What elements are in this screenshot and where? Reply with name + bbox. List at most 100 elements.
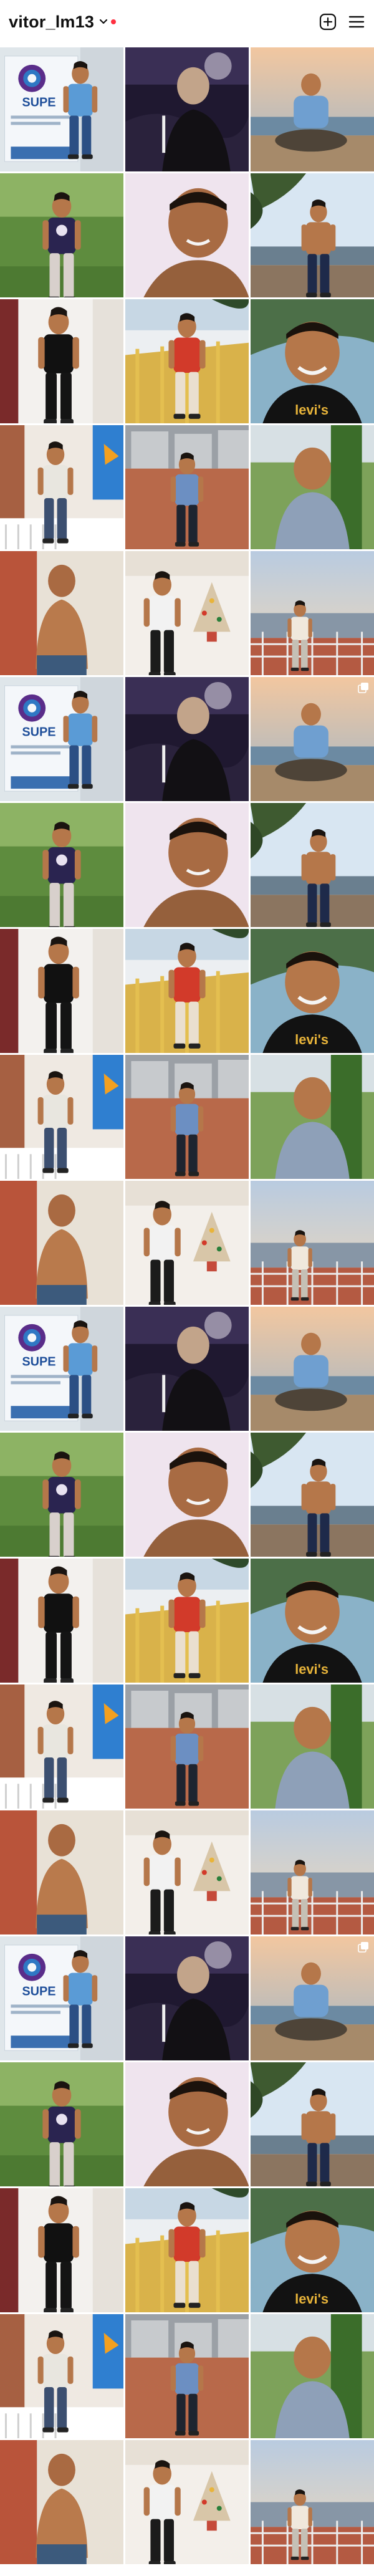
post-thumbnail[interactable]: [0, 551, 123, 675]
post-thumbnail[interactable]: [0, 2440, 123, 2564]
profile-username[interactable]: vitor_lm13: [9, 12, 94, 32]
add-post-icon[interactable]: [319, 13, 337, 31]
svg-text:levi's: levi's: [295, 2291, 328, 2307]
post-image: [0, 929, 123, 1053]
post-image: [251, 2440, 374, 2564]
post-image: levi's: [251, 2188, 374, 2312]
post-image: [0, 1181, 123, 1305]
post-image: [251, 1810, 374, 1934]
post-thumbnail[interactable]: [0, 929, 123, 1053]
svg-text:levi's: levi's: [295, 1032, 328, 1047]
post-thumbnail[interactable]: [125, 425, 249, 549]
post-thumbnail[interactable]: [0, 1181, 123, 1305]
svg-text:SUPE: SUPE: [22, 1355, 55, 1369]
post-thumbnail[interactable]: [125, 1684, 249, 1809]
post-thumbnail[interactable]: [125, 551, 249, 675]
post-thumbnail[interactable]: [125, 2440, 249, 2564]
post-image: [251, 803, 374, 927]
post-thumbnail[interactable]: [125, 1810, 249, 1934]
post-image: SUPE: [0, 1307, 123, 1431]
post-thumbnail[interactable]: [0, 2188, 123, 2312]
post-thumbnail[interactable]: SUPE: [0, 47, 123, 171]
post-thumbnail[interactable]: [125, 1559, 249, 1683]
post-thumbnail[interactable]: [0, 2314, 123, 2438]
post-thumbnail[interactable]: [0, 1684, 123, 1809]
post-thumbnail[interactable]: SUPE: [0, 677, 123, 801]
post-image: [125, 47, 249, 171]
post-thumbnail[interactable]: [125, 677, 249, 801]
post-image: [125, 803, 249, 927]
post-thumbnail[interactable]: levi's: [251, 1559, 374, 1683]
post-thumbnail[interactable]: [0, 1559, 123, 1683]
post-image: [0, 425, 123, 549]
post-thumbnail[interactable]: [125, 2314, 249, 2438]
post-thumbnail[interactable]: [125, 1433, 249, 1557]
post-image: [125, 299, 249, 423]
post-thumbnail[interactable]: [251, 1181, 374, 1305]
post-thumbnail[interactable]: [0, 1810, 123, 1934]
post-thumbnail[interactable]: SUPE: [0, 1307, 123, 1431]
post-thumbnail[interactable]: [251, 2314, 374, 2438]
post-thumbnail[interactable]: [251, 803, 374, 927]
post-thumbnail[interactable]: [0, 803, 123, 927]
post-thumbnail[interactable]: [251, 1055, 374, 1179]
post-thumbnail[interactable]: [251, 677, 374, 801]
post-image: [125, 2062, 249, 2186]
post-image: [125, 1307, 249, 1431]
post-thumbnail[interactable]: [0, 299, 123, 423]
post-image: [0, 551, 123, 675]
post-thumbnail[interactable]: SUPE: [0, 1936, 123, 2060]
post-image: [0, 2440, 123, 2564]
post-thumbnail[interactable]: [251, 173, 374, 297]
post-image: [0, 299, 123, 423]
post-image: [125, 2188, 249, 2312]
post-thumbnail[interactable]: [251, 2440, 374, 2564]
post-image: [0, 1684, 123, 1809]
post-image: [251, 1684, 374, 1809]
post-image: [0, 1810, 123, 1934]
post-thumbnail[interactable]: [0, 2062, 123, 2186]
post-thumbnail[interactable]: [251, 1307, 374, 1431]
post-image: [125, 425, 249, 549]
post-thumbnail[interactable]: [125, 929, 249, 1053]
post-thumbnail[interactable]: [125, 47, 249, 171]
post-image: levi's: [251, 1559, 374, 1683]
svg-text:SUPE: SUPE: [22, 726, 55, 739]
post-thumbnail[interactable]: levi's: [251, 2188, 374, 2312]
post-thumbnail[interactable]: [125, 2188, 249, 2312]
post-thumbnail[interactable]: [251, 1433, 374, 1557]
post-image: [125, 1181, 249, 1305]
post-thumbnail[interactable]: [125, 1307, 249, 1431]
post-image: [251, 425, 374, 549]
post-image: [251, 2314, 374, 2438]
post-thumbnail[interactable]: [125, 2062, 249, 2186]
post-thumbnail[interactable]: [0, 425, 123, 549]
post-thumbnail[interactable]: levi's: [251, 929, 374, 1053]
post-thumbnail[interactable]: [251, 1810, 374, 1934]
post-thumbnail[interactable]: [251, 1936, 374, 2060]
post-thumbnail[interactable]: [125, 1936, 249, 2060]
post-thumbnail[interactable]: [125, 299, 249, 423]
post-thumbnail[interactable]: [251, 425, 374, 549]
post-thumbnail[interactable]: [251, 47, 374, 171]
svg-text:levi's: levi's: [295, 402, 328, 418]
post-image: SUPE: [0, 47, 123, 171]
post-thumbnail[interactable]: [125, 173, 249, 297]
post-image: levi's: [251, 929, 374, 1053]
post-image: [125, 1433, 249, 1557]
post-thumbnail[interactable]: [0, 173, 123, 297]
chevron-down-icon[interactable]: [99, 19, 108, 25]
post-thumbnail[interactable]: [125, 803, 249, 927]
post-thumbnail[interactable]: [251, 2062, 374, 2186]
post-thumbnail[interactable]: [0, 1055, 123, 1179]
post-image: SUPE: [0, 677, 123, 801]
post-thumbnail[interactable]: [125, 1055, 249, 1179]
notification-dot: [111, 19, 117, 24]
post-thumbnail[interactable]: [0, 1433, 123, 1557]
post-thumbnail[interactable]: [251, 551, 374, 675]
post-thumbnail[interactable]: levi's: [251, 299, 374, 423]
post-thumbnail[interactable]: [125, 1181, 249, 1305]
menu-icon[interactable]: [348, 13, 365, 31]
post-image: SUPE: [0, 1936, 123, 2060]
post-thumbnail[interactable]: [251, 1684, 374, 1809]
